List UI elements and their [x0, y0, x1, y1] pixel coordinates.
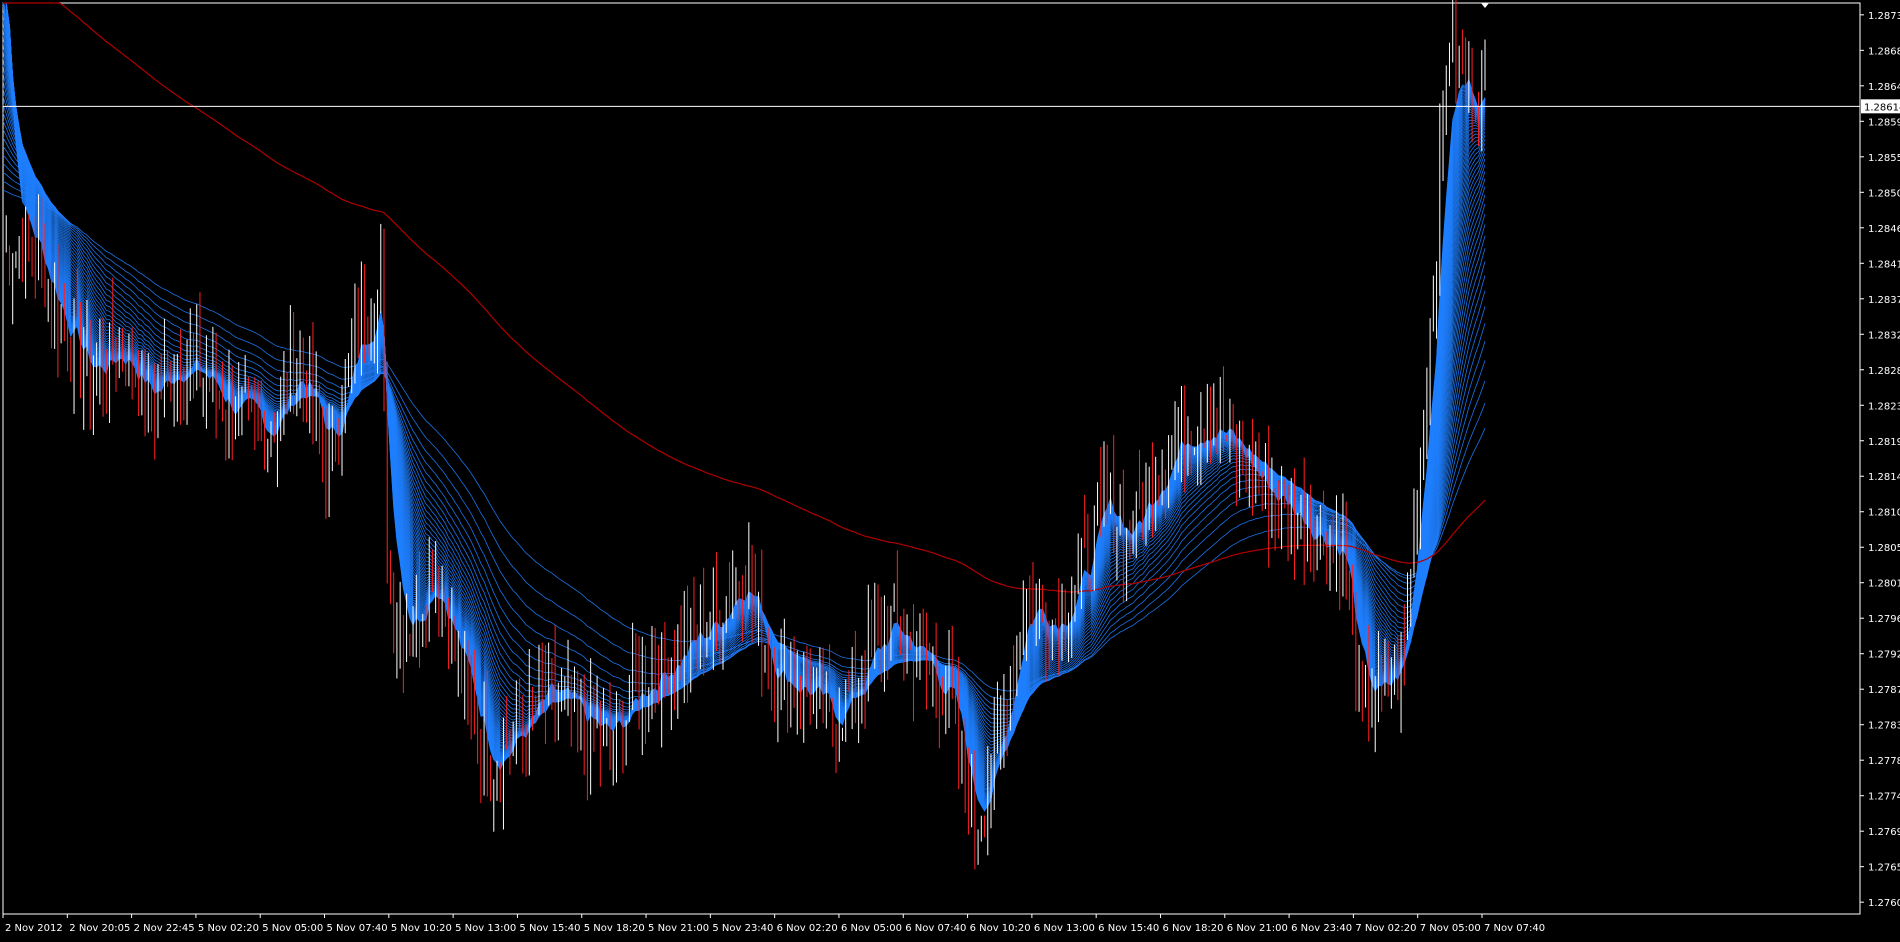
ma-line — [3, 2, 1486, 807]
x-tick-label: 5 Nov 10:20 — [391, 923, 452, 934]
ma-line — [3, 2, 1486, 806]
y-tick-label: 1.27740 — [1868, 792, 1900, 803]
x-tick-label: 6 Nov 13:00 — [1034, 923, 1095, 934]
x-tick-label: 7 Nov 05:00 — [1420, 923, 1481, 934]
y-tick-label: 1.28595 — [1868, 117, 1900, 128]
y-tick-label: 1.28325 — [1868, 330, 1900, 341]
y-tick-label: 1.28685 — [1868, 46, 1900, 57]
chart-canvas[interactable]: 1.28614 1.28730 1.28685 1.28640 1.28595 1.285… — [0, 0, 1900, 938]
ma-line — [3, 2, 1486, 808]
y-tick-label: 1.28460 — [1868, 224, 1900, 235]
ma-line — [3, 2, 1486, 810]
ma-line — [3, 2, 1486, 811]
ma-line — [3, 2, 1486, 811]
y-tick-label: 1.28640 — [1868, 82, 1900, 93]
x-tick-label: 2 Nov 22:45 — [134, 923, 195, 934]
ma-line — [2, 42, 1486, 763]
y-tick-label: 1.27605 — [1868, 898, 1900, 909]
x-tick-label: 5 Nov 13:00 — [455, 923, 516, 934]
ma-fan — [2, 2, 1486, 812]
x-tick-label: 6 Nov 05:00 — [841, 923, 902, 934]
ma-line — [3, 2, 1486, 801]
x-tick-label: 6 Nov 07:40 — [905, 923, 966, 934]
candles — [5, 0, 1486, 870]
y-tick-label: 1.27830 — [1868, 721, 1900, 732]
y-tick-label: 1.27650 — [1868, 863, 1900, 874]
price-chart[interactable]: 1.28614 1.28730 1.28685 1.28640 1.28595 1.285… — [0, 0, 1900, 938]
y-tick-label: 1.28550 — [1868, 153, 1900, 164]
x-tick-label: 6 Nov 23:40 — [1291, 923, 1352, 934]
x-tick-label: 5 Nov 18:20 — [584, 923, 645, 934]
y-tick-label: 1.28190 — [1868, 437, 1900, 448]
x-tick-label: 5 Nov 23:40 — [712, 923, 773, 934]
x-tick-label: 6 Nov 15:40 — [1098, 923, 1159, 934]
current-price-label: 1.28614 — [1864, 102, 1900, 113]
y-tick-label: 1.27920 — [1868, 650, 1900, 661]
y-tick-label: 1.28235 — [1868, 401, 1900, 412]
ma-line — [3, 2, 1486, 812]
y-tick-label: 1.27695 — [1868, 827, 1900, 838]
y-tick-label: 1.28145 — [1868, 472, 1900, 483]
x-tick-label: 6 Nov 02:20 — [777, 923, 838, 934]
x-tick-label: 6 Nov 21:00 — [1227, 923, 1288, 934]
ma-line — [3, 2, 1486, 804]
y-tick-label: 1.28010 — [1868, 579, 1900, 590]
x-tick-label: 6 Nov 10:20 — [970, 923, 1031, 934]
ma-line — [3, 2, 1486, 806]
y-tick-label: 1.28370 — [1868, 295, 1900, 306]
y-tick-label: 1.28100 — [1868, 508, 1900, 519]
y-tick-label: 1.28055 — [1868, 543, 1900, 554]
ma-line — [3, 2, 1486, 809]
x-tick-label: 2 Nov 20:05 — [69, 923, 130, 934]
ma-line — [3, 2, 1486, 812]
ma-line — [3, 2, 1486, 802]
ma-line — [2, 57, 1486, 758]
y-tick-label: 1.28415 — [1868, 259, 1900, 270]
x-tick-label: 5 Nov 15:40 — [519, 923, 580, 934]
ma-line — [3, 2, 1486, 803]
x-tick-label: 6 Nov 18:20 — [1162, 923, 1223, 934]
x-tick-label: 5 Nov 07:40 — [327, 923, 388, 934]
x-tick-label: 5 Nov 21:00 — [648, 923, 709, 934]
shift-marker-icon — [1481, 3, 1489, 8]
x-tick-label: 5 Nov 05:00 — [262, 923, 323, 934]
chart-frame — [2, 2, 1861, 915]
y-tick-label: 1.27965 — [1868, 614, 1900, 625]
ma-line — [3, 2, 1486, 805]
y-tick-label: 1.27785 — [1868, 756, 1900, 767]
x-tick-label: 7 Nov 07:40 — [1484, 923, 1545, 934]
y-tick-label: 1.28505 — [1868, 188, 1900, 199]
y-tick-label: 1.27875 — [1868, 685, 1900, 696]
ma-line — [3, 2, 1486, 809]
ma-line — [2, 49, 1486, 761]
y-tick-label: 1.28730 — [1868, 11, 1900, 22]
x-tick-label: 7 Nov 02:20 — [1355, 923, 1416, 934]
y-tick-label: 1.28280 — [1868, 366, 1900, 377]
x-tick-label: 2 Nov 2012 — [5, 923, 63, 934]
x-tick-label: 5 Nov 02:20 — [198, 923, 259, 934]
